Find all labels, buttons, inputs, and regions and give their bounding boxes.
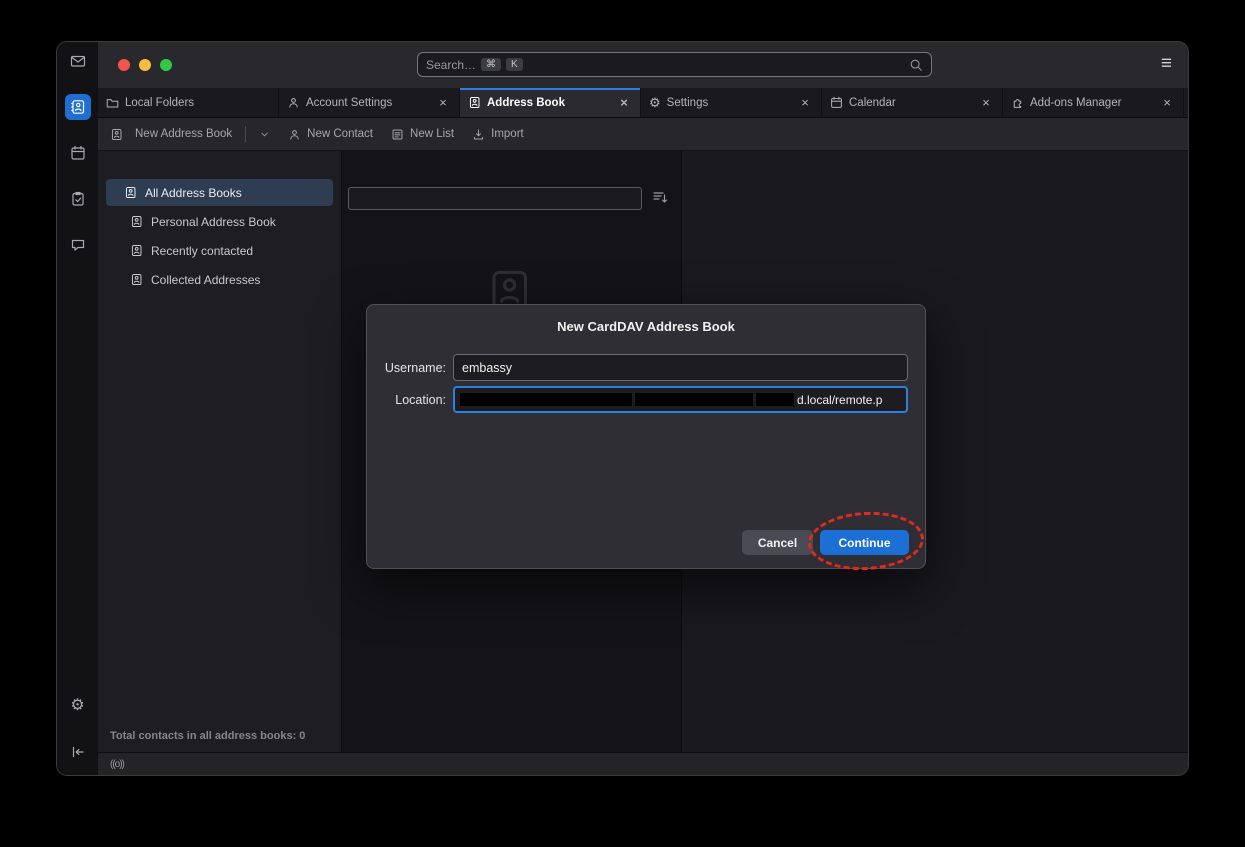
address-book-icon	[124, 186, 137, 199]
new-address-book-button[interactable]: New Address Book	[110, 126, 270, 142]
tab-bar: Local Folders Account Settings × Address…	[98, 88, 1188, 118]
new-contact-button[interactable]: New Contact	[288, 128, 373, 141]
close-tab-icon[interactable]: ×	[435, 95, 451, 110]
tab-calendar[interactable]: Calendar ×	[822, 88, 1003, 117]
list-item-personal-address-book[interactable]: Personal Address Book	[106, 208, 333, 235]
address-book-icon	[130, 273, 143, 286]
display-options-button[interactable]	[652, 189, 668, 205]
sort-options-icon	[652, 189, 668, 205]
account-icon	[287, 96, 300, 109]
new-list-icon	[391, 128, 404, 141]
gear-icon: ⚙	[649, 96, 661, 109]
dialog-title: New CardDAV Address Book	[367, 319, 925, 334]
new-list-button[interactable]: New List	[391, 128, 454, 141]
tab-address-book[interactable]: Address Book ×	[460, 88, 641, 117]
username-label: Username:	[367, 361, 446, 375]
list-item-all-address-books[interactable]: All Address Books	[106, 179, 333, 206]
cancel-button[interactable]: Cancel	[742, 530, 813, 555]
chat-sidebar-icon[interactable]	[65, 232, 91, 258]
tab-addons-manager[interactable]: Add-ons Manager ×	[1003, 88, 1184, 117]
window-controls	[118, 59, 172, 71]
new-carddav-dialog: New CardDAV Address Book Username: Locat…	[366, 304, 926, 569]
continue-button[interactable]: Continue	[820, 530, 909, 555]
close-tab-icon[interactable]: ×	[978, 95, 994, 110]
minimize-window-button[interactable]	[139, 59, 151, 71]
tab-local-folders[interactable]: Local Folders	[98, 88, 279, 117]
location-visible-text: d.local/remote.p	[797, 393, 882, 407]
tasks-sidebar-icon[interactable]	[65, 186, 91, 212]
tab-account-settings[interactable]: Account Settings ×	[279, 88, 460, 117]
app-menu-button[interactable]: ≡	[1161, 54, 1172, 73]
import-button[interactable]: Import	[472, 128, 524, 141]
tab-settings[interactable]: ⚙ Settings ×	[641, 88, 822, 117]
address-book-icon	[130, 244, 143, 257]
k-key-badge: K	[506, 58, 523, 71]
status-bar: ((o))	[98, 752, 1188, 775]
list-item-recently-contacted[interactable]: Recently contacted	[106, 237, 333, 264]
broadcast-icon[interactable]: ((o))	[110, 759, 124, 770]
address-book-sidebar-icon[interactable]	[65, 94, 91, 120]
gear-icon: ⚙	[70, 698, 84, 714]
global-search-field[interactable]: Search… ⌘ K	[417, 52, 932, 77]
zoom-window-button[interactable]	[160, 59, 172, 71]
redaction-bar	[635, 393, 753, 406]
import-icon	[472, 128, 485, 141]
main-area: Search… ⌘ K ≡ Local Folders Account Sett…	[98, 42, 1188, 775]
settings-sidebar-icon[interactable]: ⚙	[65, 693, 91, 719]
chevron-down-icon[interactable]	[259, 129, 270, 140]
calendar-sidebar-icon[interactable]	[65, 140, 91, 166]
location-field[interactable]: d.local/remote.p	[453, 386, 908, 413]
address-book-toolbar: New Address Book New Contact New List Im…	[98, 118, 1188, 151]
collapse-sidebar-icon[interactable]	[65, 739, 91, 765]
close-window-button[interactable]	[118, 59, 130, 71]
addons-icon	[1011, 96, 1024, 109]
search-icon	[909, 58, 923, 72]
new-contact-icon	[288, 128, 301, 141]
address-book-icon	[110, 128, 123, 141]
mail-icon[interactable]	[65, 48, 91, 74]
list-item-collected-addresses[interactable]: Collected Addresses	[106, 266, 333, 293]
titlebar[interactable]: Search… ⌘ K ≡	[98, 42, 1188, 88]
redaction-bar	[756, 393, 794, 406]
search-placeholder: Search…	[426, 58, 476, 72]
redaction-bar	[460, 393, 632, 406]
activity-sidebar: ⚙	[57, 42, 98, 775]
address-book-icon	[130, 215, 143, 228]
address-books-pane: All Address Books Personal Address Book …	[98, 151, 342, 752]
close-tab-icon[interactable]: ×	[797, 95, 813, 110]
location-label: Location:	[367, 393, 446, 407]
contacts-search-input[interactable]	[348, 187, 642, 210]
close-tab-icon[interactable]: ×	[616, 95, 632, 110]
username-field[interactable]	[453, 354, 908, 381]
command-key-badge: ⌘	[481, 58, 501, 71]
thunderbird-window: ⚙ Search… ⌘ K ≡	[57, 42, 1188, 775]
folder-icon	[106, 96, 119, 109]
total-contacts-status: Total contacts in all address books: 0	[98, 722, 341, 752]
close-tab-icon[interactable]: ×	[1159, 95, 1175, 110]
address-book-content: All Address Books Personal Address Book …	[98, 151, 1188, 752]
calendar-icon	[830, 96, 843, 109]
address-book-icon	[468, 96, 481, 109]
